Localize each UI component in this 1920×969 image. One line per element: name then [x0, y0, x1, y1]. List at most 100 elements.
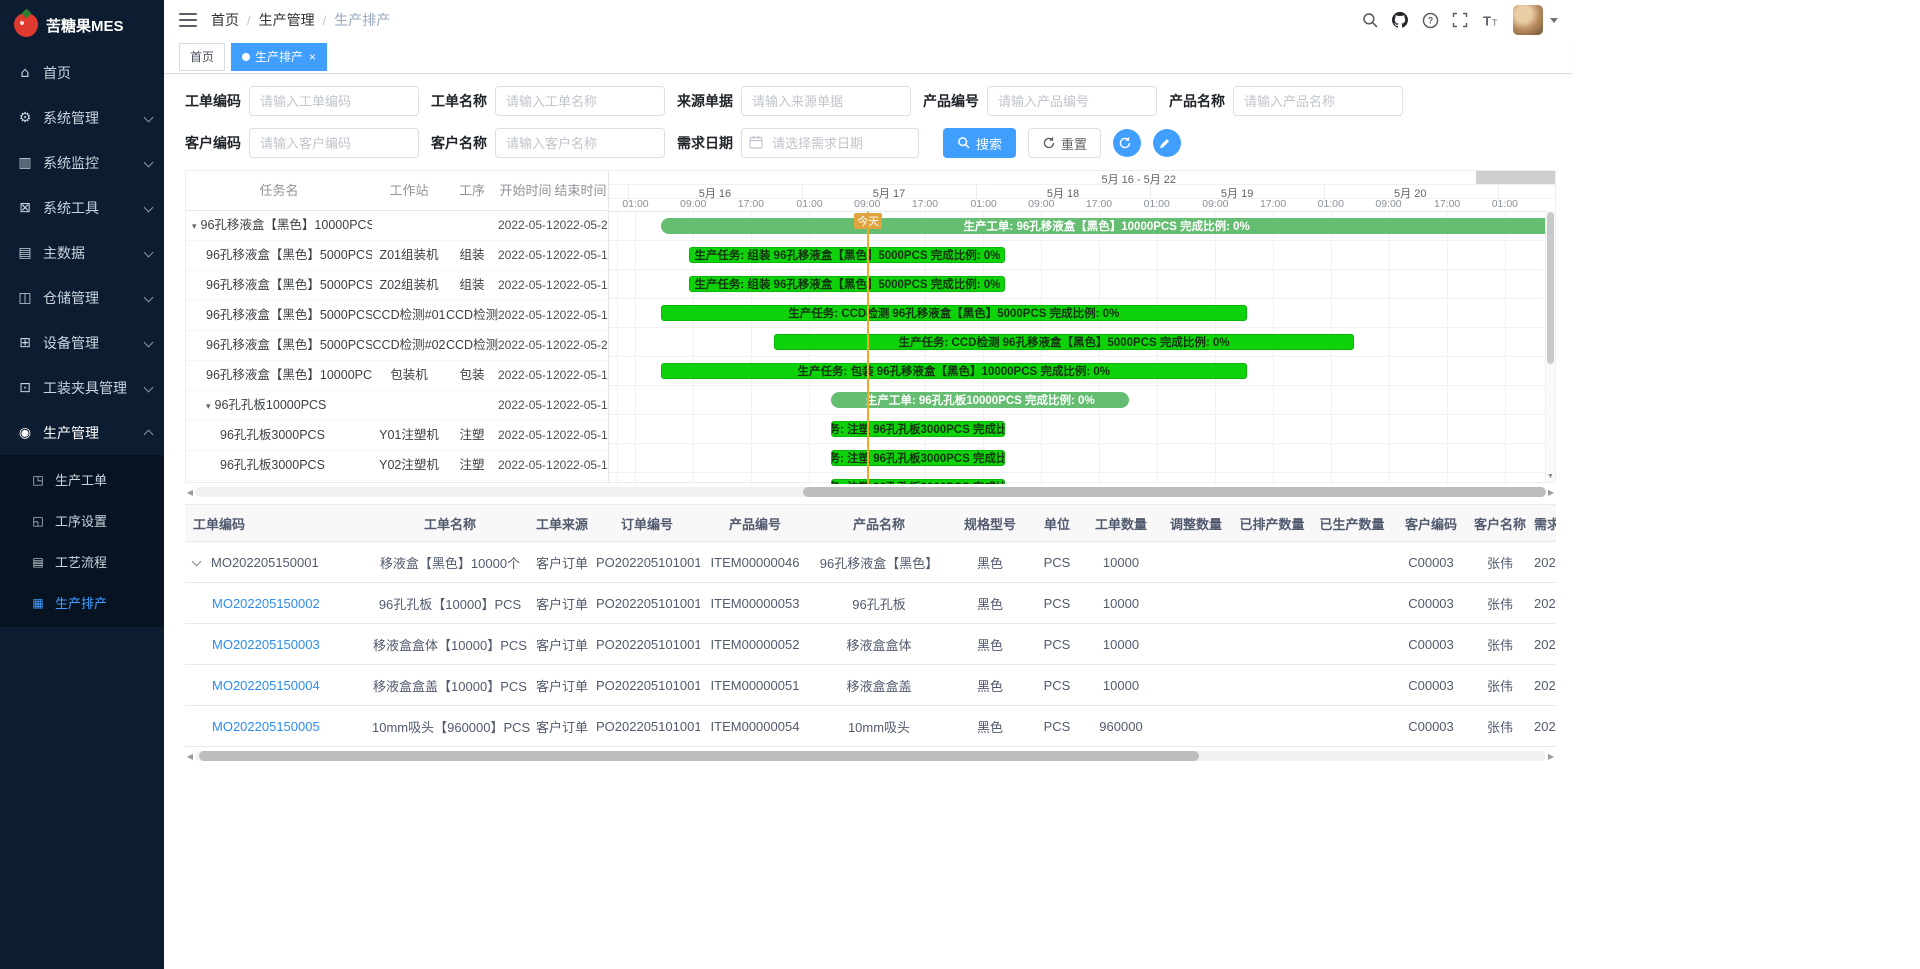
- help-icon[interactable]: ?: [1415, 5, 1445, 35]
- font-size-icon[interactable]: TT: [1475, 5, 1505, 35]
- table-row[interactable]: MO202205150004移液盒盒盖【10000】PCS客户订单PO20220…: [185, 665, 1556, 706]
- table-cell: 202: [1530, 624, 1556, 665]
- sidebar-item-设备管理[interactable]: ⊞设备管理: [0, 320, 164, 365]
- task-name: 96孔移液盒【黑色】5000PCS: [206, 308, 372, 322]
- github-icon[interactable]: [1385, 5, 1415, 35]
- chevron-down-icon[interactable]: [192, 556, 202, 566]
- column-header-工单编码: 工单编码: [185, 505, 370, 542]
- sidebar-item-系统工具[interactable]: ⊠系统工具: [0, 185, 164, 230]
- filter-field-产品编号: 产品编号: [923, 86, 1157, 116]
- scroll-left-icon[interactable]: ◀: [185, 488, 195, 497]
- tab-首页[interactable]: 首页: [179, 43, 225, 71]
- scrollbar-thumb[interactable]: [803, 487, 1546, 497]
- search-icon[interactable]: [1355, 5, 1385, 35]
- chevron-down-icon[interactable]: ▾: [192, 221, 197, 231]
- filter-field-工单名称: 工单名称: [431, 86, 665, 116]
- scroll-left-icon[interactable]: ◀: [185, 752, 195, 761]
- gantt-bar-order[interactable]: 生产工单: 96孔孔板10000PCS 完成比例: 0%: [831, 392, 1129, 408]
- sidebar-toggle-icon[interactable]: [179, 13, 197, 27]
- gantt-bar-task[interactable]: 生产任务: 包装 96孔移液盒【黑色】10000PCS 完成比例: 0%: [661, 363, 1247, 379]
- scrollbar-thumb[interactable]: [1547, 212, 1554, 364]
- gantt-bar-task[interactable]: 生产任务: 组装 96孔移液盒【黑色】5000PCS 完成比例: 0%: [689, 276, 1005, 292]
- gantt-task-row[interactable]: 96孔移液盒【黑色】5000PCSZ02组装机组装2022-05-162022-…: [186, 271, 608, 301]
- workstation-cell: Y02注塑机: [372, 451, 446, 480]
- table-cell: [1160, 542, 1232, 583]
- gantt-task-row[interactable]: 96孔孔板3000PCSY01注塑机注塑2022-05-172022-05-18: [186, 421, 608, 451]
- gantt-bar-task[interactable]: 生产任务: 注塑 96孔孔板3000PCS 完成比例: 0%: [831, 479, 1005, 484]
- filter-input-需求日期[interactable]: [741, 128, 919, 158]
- scroll-down-icon[interactable]: ▼: [1546, 472, 1555, 482]
- sidebar-item-工艺流程[interactable]: ▤工艺流程: [0, 541, 164, 582]
- filter-input-产品编号[interactable]: [987, 86, 1157, 116]
- sidebar-item-生产排产[interactable]: ▦生产排产: [0, 582, 164, 623]
- gantt-task-row[interactable]: 96孔移液盒【黑色】5000PCSCCD检测#02CCD检测2022-05-17…: [186, 331, 608, 361]
- gantt-bar-task[interactable]: 生产任务: CCD检测 96孔移液盒【黑色】5000PCS 完成比例: 0%: [661, 305, 1247, 321]
- table-row[interactable]: MO202205150001移液盒【黑色】10000个客户订单PO2022051…: [185, 542, 1556, 583]
- tab-close-icon[interactable]: ×: [309, 51, 316, 63]
- filter-input-产品名称[interactable]: [1233, 86, 1403, 116]
- reset-button[interactable]: 重置: [1028, 128, 1101, 158]
- chevron-down-icon[interactable]: ▾: [206, 401, 211, 411]
- gantt-bar-task[interactable]: 生产任务: 注塑 96孔孔板3000PCS 完成比例: 0%: [831, 450, 1005, 466]
- table-cell: 202: [1530, 706, 1556, 747]
- gantt-task-row[interactable]: 96孔移液盒【黑色】5000PCSZ01组装机组装2022-05-162022-…: [186, 241, 608, 271]
- scroll-right-icon[interactable]: ▶: [1546, 488, 1556, 497]
- sidebar-item-label: 工装夹具管理: [43, 378, 127, 398]
- table-header-row: 工单编码工单名称工单来源订单编号产品编号产品名称规格型号单位工单数量调整数量已排…: [185, 505, 1556, 542]
- gantt-task-row[interactable]: 96孔移液盒【黑色】5000PCSCCD检测#01CCD检测2022-05-16…: [186, 301, 608, 331]
- filter-input-工单编码[interactable]: [249, 86, 419, 116]
- workorder-link[interactable]: MO202205150005: [212, 719, 320, 734]
- gantt-bar-order[interactable]: 生产工单: 96孔移液盒【黑色】10000PCS 完成比例: 0%: [661, 218, 1552, 234]
- gantt-bar-task[interactable]: 生产任务: 注塑 96孔孔板3000PCS 完成比例: 0%: [831, 421, 1005, 437]
- gantt-task-row[interactable]: 96孔孔板3000PCSY02注塑机注塑2022-05-172022-05-18: [186, 451, 608, 481]
- table-cell: 10000: [1082, 542, 1160, 583]
- breadcrumb-item[interactable]: 生产管理: [259, 12, 315, 28]
- gantt-task-row[interactable]: 96孔孔板3000PCSY03注塑机注塑2022-05-172022-05-18: [186, 481, 608, 483]
- table-row[interactable]: MO202205150003移液盒盒体【10000】PCS客户订单PO20220…: [185, 624, 1556, 665]
- workorder-link[interactable]: MO202205150002: [212, 596, 320, 611]
- sidebar-item-生产管理[interactable]: ◉生产管理: [0, 410, 164, 455]
- submenu-生产管理: ◳生产工单◱工序设置▤工艺流程▦生产排产: [0, 455, 164, 627]
- search-button[interactable]: 搜索: [943, 128, 1016, 158]
- fullscreen-icon[interactable]: [1445, 5, 1475, 35]
- table-cell: MO202205150002: [185, 583, 370, 624]
- scrollbar-thumb[interactable]: [199, 751, 1199, 761]
- sidebar-item-系统管理[interactable]: ⚙系统管理: [0, 95, 164, 140]
- chevron-down-icon: [144, 383, 154, 393]
- app-title: 苦糖果MES: [46, 15, 124, 36]
- scroll-right-icon[interactable]: ▶: [1546, 752, 1556, 761]
- filter-input-来源单据[interactable]: [741, 86, 911, 116]
- filter-input-工单名称[interactable]: [495, 86, 665, 116]
- table-row[interactable]: MO20220515000296孔孔板【10000】PCS客户订单PO20220…: [185, 583, 1556, 624]
- sidebar-item-系统监控[interactable]: ▥系统监控: [0, 140, 164, 185]
- hour-label: 17:00: [1086, 198, 1112, 210]
- filter-input-客户编码[interactable]: [249, 128, 419, 158]
- sidebar-item-仓储管理[interactable]: ◫仓储管理: [0, 275, 164, 320]
- sidebar-item-主数据[interactable]: ▤主数据: [0, 230, 164, 275]
- start-time-cell: 2022-05-16: [498, 241, 553, 270]
- table-cell: 移液盒【黑色】10000个: [370, 542, 530, 583]
- sidebar-item-首页[interactable]: ⌂首页: [0, 50, 164, 95]
- sidebar-item-生产工单[interactable]: ◳生产工单: [0, 459, 164, 500]
- edit-button[interactable]: [1153, 129, 1181, 157]
- workorder-link[interactable]: MO202205150001: [211, 555, 319, 570]
- gantt-bar-task[interactable]: 生产任务: 组装 96孔移液盒【黑色】5000PCS 完成比例: 0%: [689, 247, 1005, 263]
- refresh-button[interactable]: [1113, 129, 1141, 157]
- gantt-task-row[interactable]: ▾96孔孔板10000PCS2022-05-172022-05-19: [186, 391, 608, 421]
- user-menu[interactable]: [1513, 5, 1558, 35]
- tab-生产排产[interactable]: 生产排产×: [231, 43, 327, 71]
- filter-field-客户编码: 客户编码: [185, 128, 419, 158]
- filter-input-客户名称[interactable]: [495, 128, 665, 158]
- gantt-bar-task[interactable]: 生产任务: CCD检测 96孔移液盒【黑色】5000PCS 完成比例: 0%: [774, 334, 1355, 350]
- table-row[interactable]: MO20220515000510mm吸头【960000】PCS客户订单PO202…: [185, 706, 1556, 747]
- sidebar-item-工装夹具管理[interactable]: ⊡工装夹具管理: [0, 365, 164, 410]
- workorder-link[interactable]: MO202205150004: [212, 678, 320, 693]
- table-cell: [1232, 583, 1312, 624]
- breadcrumb-item[interactable]: 首页: [211, 12, 239, 28]
- workorder-link[interactable]: MO202205150003: [212, 637, 320, 652]
- app-logo[interactable]: 苦糖果MES: [0, 0, 164, 50]
- sidebar-item-工序设置[interactable]: ◱工序设置: [0, 500, 164, 541]
- gantt-task-row[interactable]: ▾96孔移液盒【黑色】10000PCS2022-05-162022-05-21: [186, 211, 608, 241]
- hour-label: 01:00: [796, 198, 822, 210]
- gantt-task-row[interactable]: 96孔移液盒【黑色】10000PCS包装机包装2022-05-162022-05…: [186, 361, 608, 391]
